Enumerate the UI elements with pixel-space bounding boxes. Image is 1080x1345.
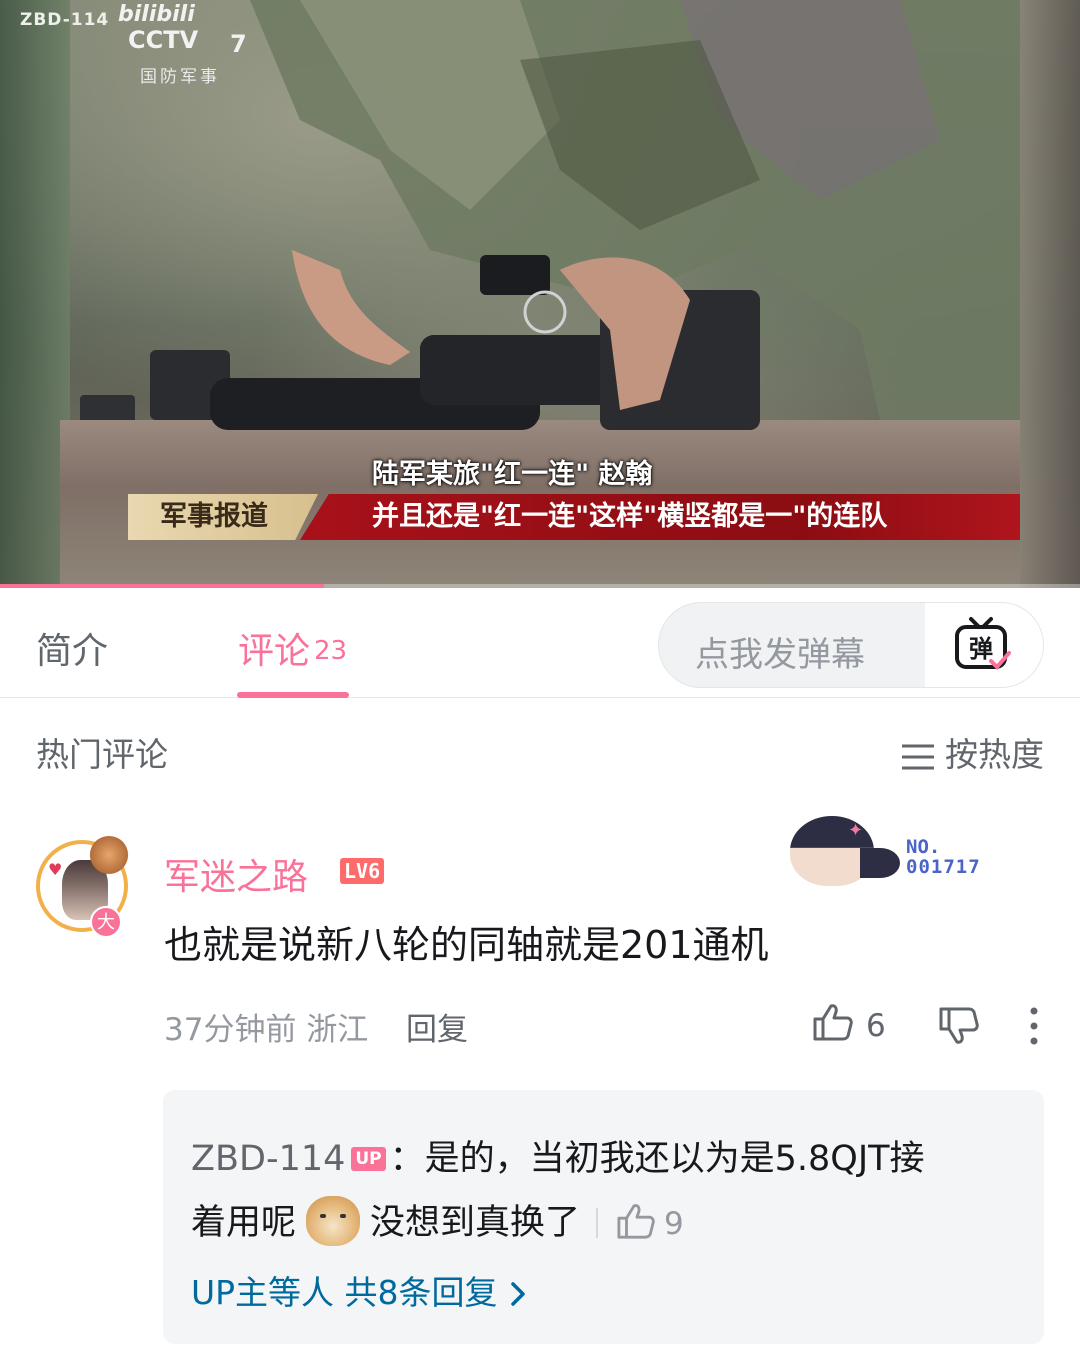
reply-item-continued: 着用呢 没想到真换了 9 (191, 1194, 684, 1246)
divider (596, 1208, 599, 1238)
like-count: 6 (866, 1008, 886, 1044)
reply-like-button[interactable]: 9 (616, 1204, 684, 1242)
comment-count: 23 (314, 636, 348, 666)
more-replies-label: UP主等人 共8条回复 (191, 1273, 498, 1312)
dislike-button[interactable] (938, 1006, 980, 1050)
tab-bar: 简介 评论 23 点我发弹幕 弹 (0, 588, 1080, 698)
danmaku-input[interactable]: 点我发弹幕 弹 (658, 602, 1044, 688)
tab-comments[interactable]: 评论 23 (238, 622, 347, 674)
comment-content: 也就是说新八轮的同轴就是201通机 (164, 923, 769, 967)
comment-time: 37分钟前 (164, 1012, 297, 1048)
fan-badge-number: 001717 (906, 856, 981, 878)
heart-icon: ♥ (48, 860, 63, 879)
vip-badge: 大 (90, 906, 122, 938)
video-player[interactable]: ZBD-114 bilibili CCTV 7 国防军事 陆军某旅"红一连" 赵… (0, 0, 1080, 588)
up-badge: UP (351, 1147, 386, 1171)
program-tag: 军事报道 (128, 494, 318, 540)
sort-button[interactable]: 按热度 (901, 728, 1044, 776)
fan-badge-hair (860, 848, 900, 878)
thumbs-down-icon (939, 1007, 979, 1044)
sparkle-icon: ✦ (848, 820, 864, 841)
comment-username[interactable]: 军迷之路 (164, 848, 308, 900)
view-more-replies-link[interactable]: UP主等人 共8条回复 (191, 1266, 526, 1314)
svg-text:弹: 弹 (969, 635, 993, 663)
reply-button[interactable]: 回复 (406, 1004, 468, 1049)
thumbs-up-icon (813, 1004, 853, 1041)
more-vertical-icon (1030, 1007, 1038, 1045)
video-subtitle: 并且还是"红一连"这样"横竖都是一"的连队 (300, 494, 1020, 540)
reply-preview-box[interactable]: ZBD-114 UP ：是的，当初我还以为是5.8QJT接 着用呢 没想到真换了 9 … (163, 1090, 1044, 1344)
fan-badge-label: NO. (906, 836, 941, 858)
avatar-pendant (88, 836, 130, 878)
comment-location: 浙江 (306, 1012, 369, 1048)
danmaku-placeholder: 点我发弹幕 (695, 635, 865, 675)
cctv-channel-number: 7 (230, 30, 247, 58)
danmaku-send-button[interactable]: 弹 (925, 603, 1043, 687)
channel-subtitle: 国防军事 (140, 67, 220, 87)
uploader-watermark: ZBD-114 (20, 10, 110, 30)
shiba-dog-emoji (306, 1196, 361, 1246)
tab-comments-label: 评论 (238, 631, 311, 672)
sort-label: 按热度 (945, 735, 1044, 774)
active-tab-indicator (237, 692, 349, 698)
chevron-right-icon (510, 1282, 525, 1306)
tab-intro[interactable]: 简介 (36, 622, 108, 674)
cctv-logo: CCTV (128, 26, 199, 54)
sort-icon (902, 744, 934, 770)
reply-text-part1: ：是的，当初我还以为是5.8QJT接 (389, 1139, 925, 1179)
more-options-button[interactable] (1028, 1006, 1040, 1050)
hot-comments-title: 热门评论 (36, 735, 168, 774)
reply-text-part3: 没想到真换了 (370, 1203, 581, 1243)
reply-username[interactable]: ZBD-114 (191, 1139, 345, 1179)
fan-badge[interactable]: ✦ NO. 001717 (790, 810, 1010, 890)
reply-text-part2: 着用呢 (191, 1203, 297, 1243)
thumbs-up-icon (617, 1204, 655, 1239)
comment-meta: 37分钟前 浙江 (164, 1004, 368, 1049)
speaker-caption: 陆军某旅"红一连" 赵翰 (372, 459, 653, 490)
danmaku-send-icon: 弹 (955, 617, 1011, 670)
reply-like-count: 9 (664, 1206, 684, 1242)
reply-item: ZBD-114 UP ：是的，当初我还以为是5.8QJT接 (191, 1130, 925, 1181)
bilibili-logo: bilibili (118, 2, 195, 27)
like-button[interactable]: 6 (812, 1002, 886, 1044)
level-badge: LV6 (340, 858, 385, 884)
